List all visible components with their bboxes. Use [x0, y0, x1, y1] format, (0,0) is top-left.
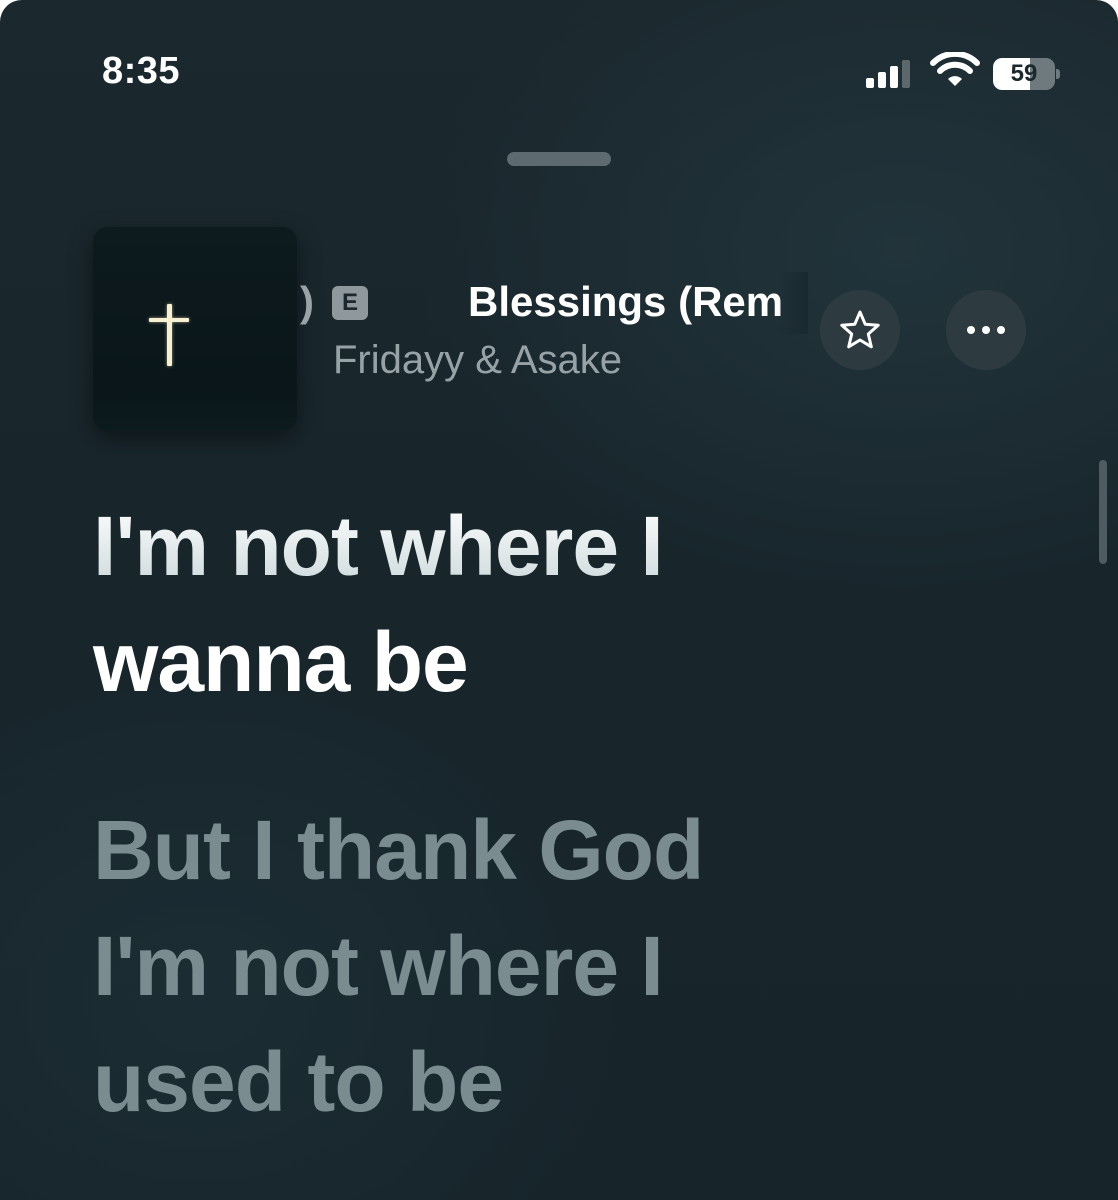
- lyric-line-active[interactable]: I'm not where I: [93, 488, 664, 604]
- cross-icon: [167, 304, 172, 366]
- battery-level: 59: [1010, 60, 1038, 87]
- song-title-marquee[interactable]: ) E Blessings (Rem: [300, 272, 808, 334]
- wifi-icon: [930, 52, 980, 86]
- explicit-badge: E: [332, 286, 368, 320]
- star-icon: [840, 310, 880, 349]
- song-title: Blessings (Rem: [468, 278, 784, 325]
- ellipsis-icon: [967, 326, 1005, 334]
- lyric-line[interactable]: I'm not where I: [93, 908, 664, 1024]
- lyric-line[interactable]: used to be: [93, 1024, 504, 1140]
- status-time: 8:35: [102, 50, 181, 92]
- sheet-grabber[interactable]: [507, 152, 611, 166]
- artist-name[interactable]: Fridayy & Asake: [333, 338, 622, 383]
- lyric-line-active[interactable]: wanna be: [93, 604, 469, 720]
- lyric-line[interactable]: But I thank God: [93, 792, 704, 908]
- album-artwork[interactable]: [93, 227, 297, 431]
- cellular-signal-icon: [866, 60, 912, 88]
- favorite-button[interactable]: [820, 290, 900, 370]
- battery-icon: 59: [993, 58, 1060, 90]
- lyrics-scrollbar[interactable]: [1099, 460, 1107, 564]
- song-title-tail: ): [300, 278, 314, 325]
- more-options-button[interactable]: [946, 290, 1026, 370]
- lyrics-screen: 8:35 59 ) E Blessings (Rem Fridayy & Asa…: [0, 0, 1118, 1200]
